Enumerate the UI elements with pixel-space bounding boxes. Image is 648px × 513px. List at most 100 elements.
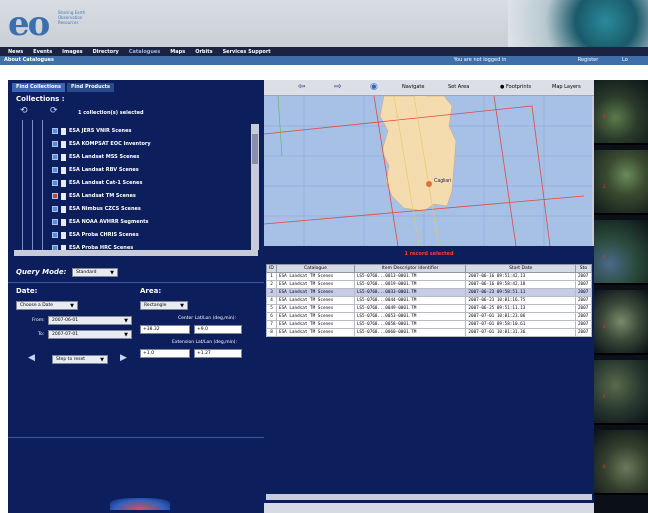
sub-bar	[0, 56, 648, 65]
table-row[interactable]: 7 ESA Landsat TM Scenes LS5-0768...0058-00…	[266, 320, 593, 329]
collections-hscrollbar[interactable]	[14, 250, 258, 256]
column-header-stop-date[interactable]: Sto	[574, 264, 593, 273]
center-lon-input[interactable]: +9.0	[194, 325, 242, 334]
footprints-label: Footprints	[505, 84, 532, 90]
collection-item[interactable]: ESA Nimbus CZCS Scenes	[52, 204, 141, 214]
collections-scroll-thumb[interactable]	[252, 134, 258, 164]
navigate-tool[interactable]: Navigate	[402, 84, 424, 90]
table-row[interactable]: 5 ESA Landsat TM Scenes LS5-0768...0049-00…	[266, 304, 593, 313]
table-cell-stop: 2007	[574, 304, 593, 313]
table-cell-id: 1	[266, 272, 277, 281]
step-select[interactable]: Step to reset ▼	[52, 355, 108, 364]
thumbnail-index: 2	[603, 184, 606, 189]
tree-line	[42, 120, 43, 253]
nav-item-maps[interactable]: Maps	[170, 49, 185, 55]
ext-lat-input[interactable]: +1.0	[140, 349, 190, 358]
collection-item[interactable]: ESA Landsat MSS Scenes	[52, 152, 139, 162]
quicklook-thumbnail[interactable]: 6	[594, 430, 648, 495]
map-canvas: Cagliari	[264, 96, 594, 246]
nav-item-events[interactable]: Events	[33, 49, 52, 55]
collection-checkbox[interactable]	[52, 219, 58, 225]
column-header-item-id[interactable]: Item Descriptor Identifier	[353, 264, 467, 273]
collection-checkbox[interactable]	[52, 167, 58, 173]
eo-logo[interactable]: eo	[8, 7, 56, 42]
table-cell-start: 2007-06-23 09:58:51.11	[465, 288, 576, 297]
footprints-toggle[interactable]: ● Footprints	[500, 84, 531, 90]
area-type-select[interactable]: Rectangle ▼	[140, 301, 188, 310]
collection-item[interactable]: ESA NOAA AVHRR Segments	[52, 217, 149, 227]
nav-item-orbits[interactable]: Orbits	[195, 49, 212, 55]
ext-lon-input[interactable]: +1.27	[194, 349, 242, 358]
quicklook-thumbnail[interactable]: 5	[594, 360, 648, 425]
table-row[interactable]: 3 ESA Landsat TM Scenes LS5-0768...0033-00…	[266, 288, 593, 297]
collection-label: ESA JERS VNIR Scenes	[69, 128, 132, 134]
table-cell-catalogue: ESA Landsat TM Scenes	[275, 296, 355, 305]
nav-item-services-support[interactable]: Services Support	[223, 49, 271, 55]
from-date-select[interactable]: 2007-06-01 ▼	[48, 316, 132, 325]
previous-arrow-icon[interactable]: ◀	[28, 353, 35, 363]
back-arrow-icon[interactable]: ⇦	[298, 82, 306, 92]
table-cell-start: 2007-06-16 09:58:42.18	[465, 280, 576, 289]
collection-item[interactable]: ESA Landsat Cat-1 Scenes	[52, 178, 142, 188]
center-lat-input[interactable]: +38.32	[140, 325, 190, 334]
to-date-select[interactable]: 2007-07-01 ▼	[48, 330, 132, 339]
collection-item[interactable]: ESA Proba CHRIS Scenes	[52, 230, 139, 240]
area-heading: Area:	[140, 287, 162, 295]
collection-label: ESA Landsat RBV Scenes	[69, 167, 139, 173]
collection-item[interactable]: ESA Landsat TM Scenes	[52, 191, 136, 201]
collection-item[interactable]: ESA JERS VNIR Scenes	[52, 126, 131, 136]
table-cell-catalogue: ESA Landsat TM Scenes	[275, 304, 355, 313]
table-cell-catalogue: ESA Landsat TM Scenes	[275, 328, 355, 337]
date-type-select[interactable]: Choose a Date ▼	[16, 301, 78, 310]
nav-item-catalogues[interactable]: Catalogues	[129, 49, 160, 55]
map-layers-button[interactable]: Map Layers	[552, 84, 581, 90]
table-row[interactable]: 1 ESA Landsat TM Scenes LS5-0768...0013-00…	[266, 272, 593, 281]
expand-all-icon[interactable]: ⟲	[20, 106, 32, 116]
forward-arrow-icon[interactable]: ⇨	[334, 82, 342, 92]
globe-icon[interactable]: ◉	[370, 82, 378, 92]
map-view[interactable]: Cagliari	[264, 96, 594, 246]
login-status-link[interactable]: You are not logged in	[440, 57, 520, 63]
column-header-catalogue[interactable]: Catalogue	[275, 264, 355, 273]
table-row[interactable]: 6 ESA Landsat TM Scenes LS5-0768...0053-00…	[266, 312, 593, 321]
quicklook-thumbnail[interactable]: 1	[594, 80, 648, 145]
nav-item-images[interactable]: Images	[62, 49, 82, 55]
divider	[8, 282, 264, 283]
collection-item[interactable]: ESA Landsat RBV Scenes	[52, 165, 139, 175]
collapse-all-icon[interactable]: ⟳	[50, 106, 62, 116]
register-link[interactable]: Register	[568, 57, 608, 63]
set-area-tool[interactable]: Set Area	[448, 84, 469, 90]
column-header-id[interactable]: ID	[266, 264, 277, 273]
collection-checkbox[interactable]	[52, 180, 58, 186]
tab-find-products[interactable]: Find Products	[66, 83, 115, 92]
tab-find-collections[interactable]: Find Collections	[12, 83, 65, 92]
nav-item-news[interactable]: News	[8, 49, 23, 55]
collection-checkbox[interactable]	[52, 193, 58, 199]
chevron-down-icon: ▼	[180, 302, 184, 309]
login-link[interactable]: Lo	[622, 57, 648, 63]
table-row[interactable]: 4 ESA Landsat TM Scenes LS5-0768...0044-00…	[266, 296, 593, 305]
column-header-start-date[interactable]: Start Date	[465, 264, 576, 273]
query-mode-select[interactable]: Standard ▼	[72, 268, 118, 277]
results-hscrollbar[interactable]	[266, 494, 592, 500]
collection-label: ESA Nimbus CZCS Scenes	[69, 206, 141, 212]
results-selected-count: 1 record selected	[404, 251, 454, 257]
map-toolbar	[264, 80, 594, 96]
collection-item[interactable]: ESA KOMPSAT EOC Inventory	[52, 139, 151, 149]
next-arrow-icon[interactable]: ▶	[120, 353, 127, 363]
nav-item-directory[interactable]: Directory	[93, 49, 119, 55]
collection-checkbox[interactable]	[52, 141, 58, 147]
table-row[interactable]: 8 ESA Landsat TM Scenes LS5-0768...0060-00…	[266, 328, 593, 337]
tree-line	[32, 120, 33, 253]
quicklook-thumbnail[interactable]: 4	[594, 290, 648, 355]
table-cell-start: 2007-06-25 09:51:11.13	[465, 304, 576, 313]
quicklook-thumbnail[interactable]: 3	[594, 220, 648, 285]
header-globe-image	[508, 0, 648, 47]
table-cell-stop: 2007	[574, 312, 593, 321]
collection-checkbox[interactable]	[52, 206, 58, 212]
collection-checkbox[interactable]	[52, 128, 58, 134]
table-row[interactable]: 2 ESA Landsat TM Scenes LS5-0768...0019-00…	[266, 280, 593, 289]
collection-checkbox[interactable]	[52, 154, 58, 160]
collection-checkbox[interactable]	[52, 232, 58, 238]
quicklook-thumbnail[interactable]: 2	[594, 150, 648, 215]
